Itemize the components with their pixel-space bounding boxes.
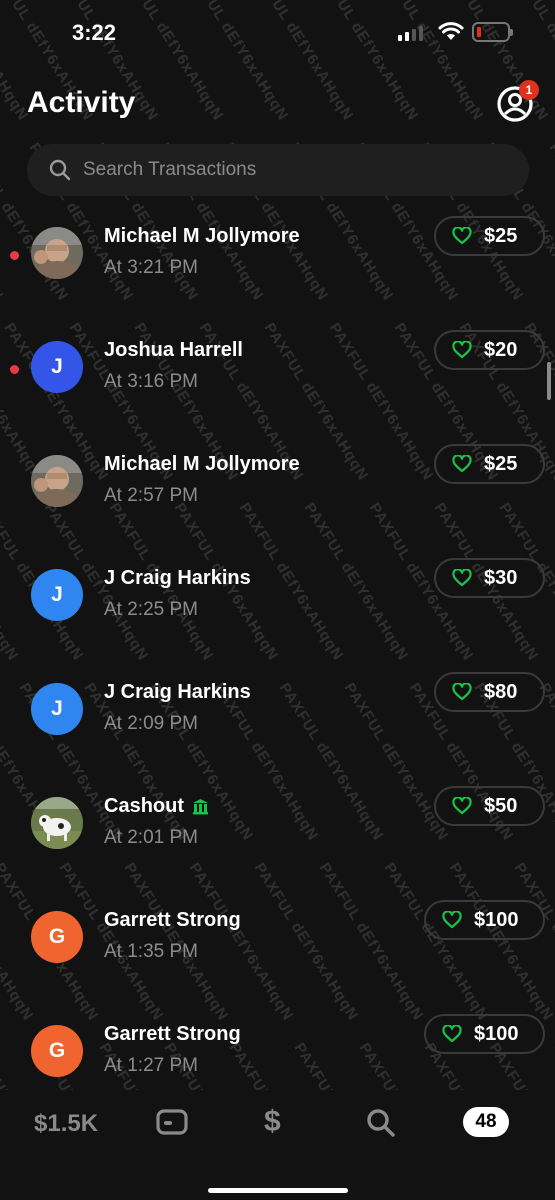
transaction-name-line: Michael M Jollymore [104,225,300,248]
avatar-photo [31,455,83,507]
tab-balance[interactable]: $1.5K [34,1110,98,1138]
transaction-amount: $30 [484,566,518,589]
avatar [31,797,83,849]
heart-icon [452,341,472,359]
status-bar: 3:22 [0,0,555,60]
transaction-row[interactable]: J Joshua Harrell At 3:16 PM $20 [0,325,555,439]
amount-pill[interactable]: $20 [434,330,545,370]
card-icon[interactable] [156,1109,188,1135]
transaction-row[interactable]: G Garrett Strong At 1:35 PM $100 [0,895,555,1009]
transaction-row[interactable]: Michael M Jollymore At 3:21 PM $25 [0,211,555,325]
heart-icon [452,569,472,587]
transaction-name: Joshua Harrell [104,339,243,361]
home-indicator[interactable] [208,1188,348,1193]
transaction-name: Michael M Jollymore [104,453,300,475]
amount-pill[interactable]: $80 [434,672,545,712]
avatar: G [31,911,83,963]
transaction-name-line: Joshua Harrell [104,339,243,362]
avatar-initial: G [48,1039,66,1062]
unread-indicator [10,365,19,374]
amount-pill[interactable]: $25 [434,216,545,256]
transaction-time: At 2:57 PM [104,485,198,506]
transaction-amount: $80 [484,680,518,703]
scrollbar[interactable] [547,362,551,400]
avatar [31,455,83,507]
transaction-amount: $20 [484,338,518,361]
avatar: J [31,683,83,735]
avatar-initial: J [51,355,63,378]
transaction-time: At 2:09 PM [104,713,198,734]
transaction-name: Cashout [104,795,184,817]
transaction-name-line: Garrett Strong [104,1023,241,1046]
avatar-initial: G [48,925,66,948]
transaction-time: At 2:25 PM [104,599,198,620]
heart-icon [452,455,472,473]
wifi-icon [438,22,464,40]
battery-icon [472,22,513,42]
transaction-row[interactable]: J J Craig Harkins At 2:09 PM $80 [0,667,555,781]
transaction-name-line: J Craig Harkins [104,681,251,704]
transaction-amount: $50 [484,794,518,817]
transaction-amount: $25 [484,452,518,475]
avatar: J [31,341,83,393]
transaction-name-line: J Craig Harkins [104,567,251,590]
transaction-row[interactable]: Michael M Jollymore At 2:57 PM $25 [0,439,555,553]
transaction-name: J Craig Harkins [104,681,251,703]
transaction-amount: $25 [484,224,518,247]
search-input[interactable] [81,158,505,182]
transaction-row[interactable]: J J Craig Harkins At 2:25 PM $30 [0,553,555,667]
avatar-initial: J [51,697,63,720]
search-icon [49,159,71,181]
amount-pill[interactable]: $100 [424,900,545,940]
search-tab-icon[interactable] [366,1108,396,1138]
tab-cash[interactable]: $ [264,1105,281,1139]
bank-icon [193,799,208,815]
transaction-name: Michael M Jollymore [104,225,300,247]
tab-activity[interactable]: 48 [463,1107,509,1137]
transaction-amount: $100 [474,1022,519,1045]
transaction-time: At 2:01 PM [104,827,198,848]
transaction-amount: $100 [474,908,519,931]
amount-pill[interactable]: $25 [434,444,545,484]
amount-pill[interactable]: $50 [434,786,545,826]
heart-icon [452,797,472,815]
heart-icon [452,227,472,245]
avatar-photo [31,797,83,849]
profile-button[interactable]: 1 [495,80,539,124]
transaction-time: At 1:35 PM [104,941,198,962]
transaction-time: At 1:27 PM [104,1055,198,1076]
search-bar[interactable] [27,144,529,196]
unread-indicator [10,251,19,260]
transaction-row[interactable]: Cashout At 2:01 PM $50 [0,781,555,895]
avatar: J [31,569,83,621]
avatar-initial: J [51,583,63,606]
avatar: G [31,1025,83,1077]
amount-pill[interactable]: $100 [424,1014,545,1054]
heart-icon [442,911,462,929]
transaction-time: At 3:21 PM [104,257,198,278]
heart-icon [442,1025,462,1043]
heart-icon [452,683,472,701]
cellular-signal-icon [398,26,423,41]
page-title: Activity [27,86,136,119]
notification-badge: 1 [519,80,539,100]
tab-bar: $1.5K $ 48 [0,1090,555,1200]
avatar-photo [31,227,83,279]
amount-pill[interactable]: $30 [434,558,545,598]
transaction-name-line: Garrett Strong [104,909,241,932]
transaction-time: At 3:16 PM [104,371,198,392]
avatar [31,227,83,279]
transaction-list: Michael M Jollymore At 3:21 PM $25 J Joshua … [0,211,555,1123]
transaction-name: Garrett Strong [104,1023,241,1045]
transaction-name: Garrett Strong [104,909,241,931]
transaction-name-line: Michael M Jollymore [104,453,300,476]
status-time: 3:22 [72,20,117,45]
transaction-name: J Craig Harkins [104,567,251,589]
transaction-name-line: Cashout [104,795,209,818]
